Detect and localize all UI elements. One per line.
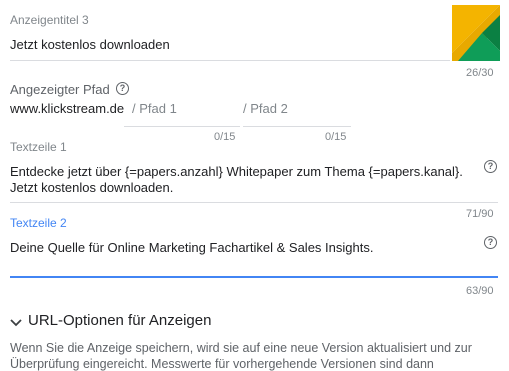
description1-line1[interactable]: Entdecke jetzt über {=papers.anzahl} Whi… (10, 164, 463, 179)
save-notice-line2: Überprüfung eingereicht. Messwerte für v… (10, 357, 434, 371)
description2-input[interactable]: Deine Quelle für Online Marketing Fachar… (10, 240, 373, 255)
headline3-input[interactable]: Jetzt kostenlos downloaden (10, 37, 170, 52)
path2-input[interactable]: / Pfad 2 (243, 101, 288, 116)
path2-underline (243, 126, 351, 127)
description2-help-icon[interactable]: ? (484, 236, 497, 249)
description2-underline-focused (10, 276, 498, 278)
path-domain: www.klickstream.de (10, 101, 125, 116)
url-options-toggle[interactable]: URL-Optionen für Anzeigen (10, 312, 230, 332)
path1-input[interactable]: / Pfad 1 (132, 101, 177, 116)
path1-counter: 0/15 (214, 131, 236, 143)
description1-underline (10, 202, 498, 203)
description2-label: Textzeile 2 (10, 216, 67, 230)
path-help-icon[interactable]: ? (116, 82, 129, 95)
path1-underline (124, 126, 240, 127)
description2-counter: 63/90 (466, 285, 494, 297)
description1-line2[interactable]: Jetzt kostenlos downloaden. (10, 180, 173, 195)
headline3-underline (10, 60, 450, 61)
chevron-down-icon (10, 315, 22, 333)
headline3-counter: 26/30 (466, 67, 494, 79)
url-options-title: URL-Optionen für Anzeigen (28, 312, 212, 329)
path-label: Angezeigter Pfad (10, 82, 110, 97)
description1-label: Textzeile 1 (10, 140, 67, 154)
description1-counter: 71/90 (466, 208, 494, 220)
save-notice-line1: Wenn Sie die Anzeige speichern, wird sie… (10, 341, 472, 355)
path2-counter: 0/15 (325, 131, 347, 143)
description1-help-icon[interactable]: ? (484, 160, 497, 173)
headline3-label: Anzeigentitel 3 (10, 13, 89, 27)
brand-logo (452, 5, 500, 61)
